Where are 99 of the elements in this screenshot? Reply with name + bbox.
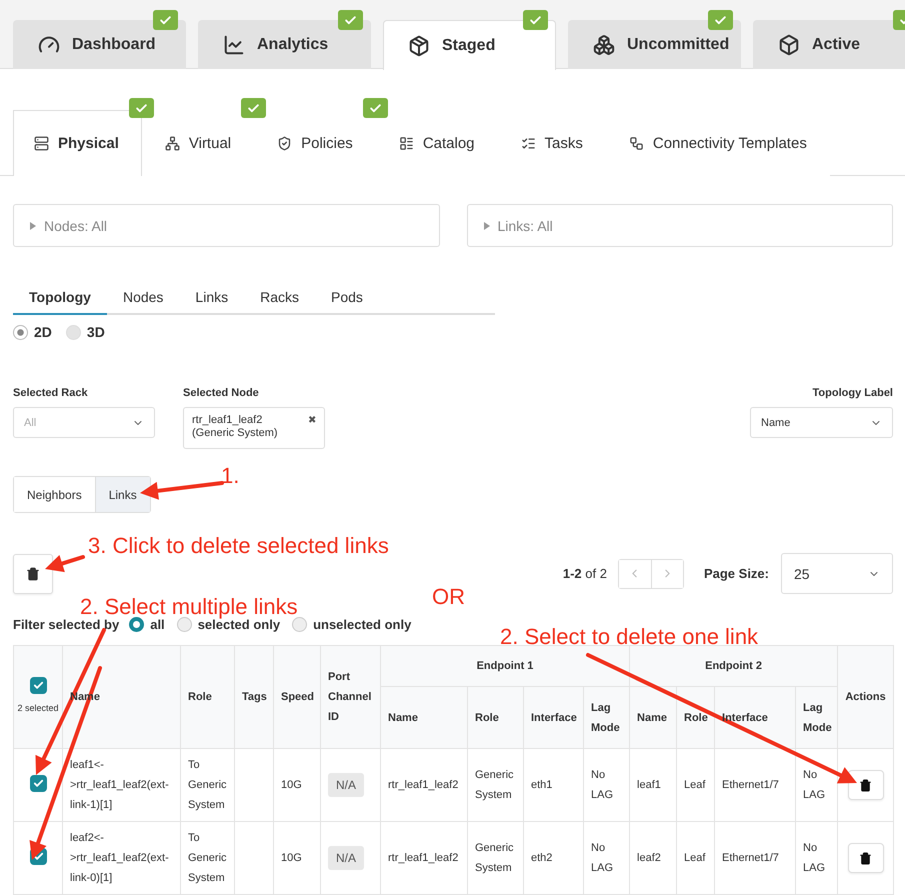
filter-panel[interactable]: Links: All xyxy=(466,204,893,247)
filter-label: Filter selected by xyxy=(13,617,120,632)
page-range: 1-2 of 2 xyxy=(562,566,607,581)
tab-icon xyxy=(778,34,800,56)
check-icon xyxy=(32,850,44,862)
delete-icon xyxy=(26,566,40,580)
page-size-select[interactable]: 25 xyxy=(781,553,893,594)
column-header: Port Channel ID xyxy=(320,646,380,748)
column-header: Interface xyxy=(714,686,796,748)
field-label: Selected Node xyxy=(183,387,260,399)
annotation-text: 3. Click to delete selected links xyxy=(88,533,389,559)
field-label: Selected Rack xyxy=(13,387,89,399)
tab-icon xyxy=(408,34,430,56)
radio-button[interactable] xyxy=(129,617,144,632)
radio-label: all xyxy=(150,617,165,632)
field-label: Topology Label xyxy=(812,387,893,399)
port-channel-tag: N/A xyxy=(328,846,364,870)
delete-icon xyxy=(859,852,872,864)
table-cell: leaf2 xyxy=(630,822,677,894)
table-cell: Ethernet1/7 xyxy=(714,822,796,894)
filter-panel[interactable]: Nodes: All xyxy=(13,204,440,247)
table-cell: leaf1 xyxy=(630,748,677,822)
radio-button[interactable] xyxy=(176,617,192,632)
annotation-text: 1. xyxy=(221,463,240,489)
table-cell: leaf1<->rtr_leaf1_leaf2(ext-link-1)[1] xyxy=(62,748,180,822)
tab-icon xyxy=(628,136,644,151)
tab-icon xyxy=(223,34,245,56)
view-tab[interactable]: Nodes xyxy=(106,281,180,315)
column-header: Name xyxy=(380,686,468,748)
segment-button[interactable]: Links xyxy=(94,477,150,512)
tab-icon xyxy=(520,136,536,151)
check-icon xyxy=(32,680,44,690)
delete-button[interactable] xyxy=(13,554,53,594)
caret-icon xyxy=(484,222,490,230)
table-cell: To Generic System xyxy=(180,748,234,822)
radio-label: unselected only xyxy=(313,617,412,632)
tab-icon xyxy=(277,136,292,151)
radio-label: 2D xyxy=(34,324,52,340)
table-cell: No LAG xyxy=(796,822,838,894)
table-cell: No LAG xyxy=(584,822,630,894)
table-cell: No LAG xyxy=(796,748,838,822)
table-cell: Leaf xyxy=(676,822,715,894)
row-checkbox[interactable] xyxy=(30,774,46,792)
view-tab[interactable]: Racks xyxy=(244,281,316,315)
table-cell: Generic System xyxy=(468,822,524,894)
delete-row-button[interactable] xyxy=(848,770,884,800)
tab-icon xyxy=(398,136,414,151)
main-tab[interactable]: Uncommitted xyxy=(568,20,741,69)
view-tab[interactable]: Topology xyxy=(13,281,107,315)
main-tab[interactable]: Dashboard xyxy=(13,20,186,69)
label-select[interactable]: Name xyxy=(750,407,893,438)
view-tab[interactable]: Pods xyxy=(315,281,379,315)
table-cell: leaf2<->rtr_leaf1_leaf2(ext-link-0)[1] xyxy=(62,822,180,894)
port-channel-tag: N/A xyxy=(328,773,364,797)
table-cell: 10G xyxy=(274,822,320,894)
check-icon xyxy=(32,778,44,788)
table-cell: eth1 xyxy=(524,748,584,822)
main-tab[interactable]: Staged xyxy=(383,20,556,70)
annotation-arrow xyxy=(45,555,85,572)
table-cell: To Generic System xyxy=(180,822,234,894)
table-cell: rtr_leaf1_leaf2 xyxy=(380,822,468,894)
column-header: Actions xyxy=(838,646,894,748)
column-header: Lag Mode xyxy=(796,686,838,748)
column-header: Interface xyxy=(524,686,584,748)
table-cell: rtr_leaf1_leaf2 xyxy=(380,748,468,822)
table-cell: eth2 xyxy=(524,822,584,894)
column-header: Tags xyxy=(234,646,274,748)
column-header: Role xyxy=(180,646,234,748)
main-tab[interactable]: Active xyxy=(753,20,905,69)
annotation-text: 2. Select multiple links xyxy=(80,594,298,620)
section-tab[interactable]: Physical xyxy=(13,110,142,176)
tab-icon xyxy=(593,34,615,56)
tab-icon xyxy=(164,136,180,151)
tab-icon xyxy=(34,136,49,151)
delete-icon xyxy=(859,778,872,792)
table-cell: Ethernet1/7 xyxy=(714,748,796,822)
table-cell: 10G xyxy=(274,748,320,822)
column-header: Speed xyxy=(274,646,320,748)
node-select[interactable]: rtr_leaf1_leaf2 (Generic System) ✖ xyxy=(183,407,325,449)
selection-count: 2 selected xyxy=(16,702,60,714)
column-group-header: Endpoint 2 xyxy=(630,646,838,686)
radio-button[interactable] xyxy=(13,324,28,340)
clear-icon[interactable]: ✖ xyxy=(308,414,316,426)
table-cell: Generic System xyxy=(468,748,524,822)
column-header: Lag Mode xyxy=(584,686,630,748)
column-header: Name xyxy=(630,686,677,748)
table-cell: Leaf xyxy=(676,748,715,822)
select-all-checkbox[interactable] xyxy=(30,676,46,694)
column-header: Role xyxy=(468,686,524,748)
annotation-text: OR xyxy=(432,584,465,610)
view-tab[interactable]: Links xyxy=(179,281,244,315)
table-cell: No LAG xyxy=(584,748,630,822)
radio-button[interactable] xyxy=(292,617,308,632)
page-size-label: Page Size: xyxy=(704,566,769,581)
delete-row-button[interactable] xyxy=(848,843,884,873)
main-tab[interactable]: Analytics xyxy=(198,20,371,69)
radio-label: 3D xyxy=(86,324,105,340)
column-group-header: Endpoint 1 xyxy=(380,646,630,686)
caret-icon xyxy=(30,222,36,230)
